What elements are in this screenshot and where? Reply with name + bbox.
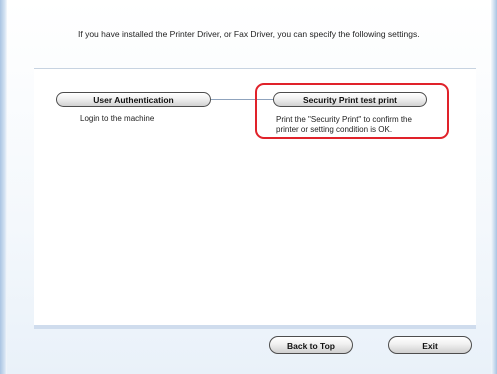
intro-text: If you have installed the Printer Driver… [78,29,420,39]
user-authentication-description: Login to the machine [80,114,155,123]
setup-window: If you have installed the Printer Driver… [0,0,497,374]
security-print-description: Print the "Security Print" to confirm th… [276,115,412,134]
back-to-top-button[interactable]: Back to Top [269,336,353,354]
panel-bottom-band [34,325,476,329]
exit-button[interactable]: Exit [388,336,472,354]
step-connector-line [211,99,273,100]
security-print-test-print-button[interactable]: Security Print test print [273,92,427,107]
window-right-edge [491,0,497,374]
window-left-edge [0,0,7,374]
user-authentication-button[interactable]: User Authentication [56,92,211,107]
